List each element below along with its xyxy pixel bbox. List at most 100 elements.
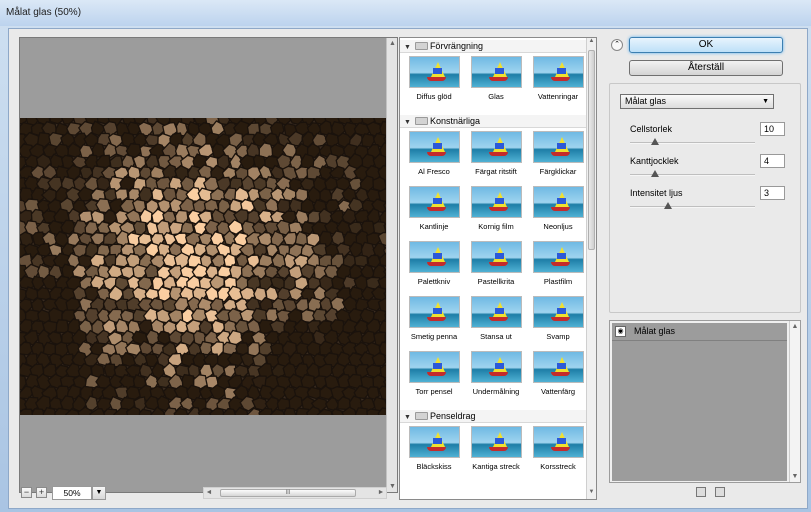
param-slider-track[interactable] bbox=[630, 174, 755, 176]
param-value-field[interactable]: 4 bbox=[760, 154, 785, 168]
chevron-down-icon: ▼ bbox=[762, 98, 769, 105]
thumbnail-image bbox=[470, 426, 522, 458]
thumbnail-label: Al Fresco bbox=[418, 167, 450, 176]
gallery-category-header[interactable]: ▼ Penseldrag bbox=[400, 410, 588, 423]
thumbnail-image bbox=[470, 186, 522, 218]
scroll-up-arrow-icon[interactable]: ▲ bbox=[387, 38, 397, 49]
settings-pane: ⌃ OK Återställ Målat glas ▼ Cellstorlek … bbox=[609, 37, 801, 500]
filter-thumbnail[interactable]: Korsstreck bbox=[530, 426, 586, 471]
preview-horizontal-scrollbar[interactable]: ◄ III ► bbox=[203, 487, 387, 499]
category-label: Konstnärliga bbox=[429, 116, 480, 126]
thumbnail-label: Palettkniv bbox=[417, 277, 451, 286]
filter-thumbnail[interactable]: Bläckskiss bbox=[406, 426, 462, 471]
thumbnail-image bbox=[532, 56, 584, 88]
param-slider-knob[interactable] bbox=[651, 138, 659, 145]
zoom-level-field[interactable]: 50% bbox=[52, 486, 92, 500]
filter-thumbnail[interactable]: Palettkniv bbox=[406, 241, 462, 286]
expand-triangle-icon[interactable]: ▼ bbox=[404, 41, 411, 54]
filter-gallery: ▼ Förvrängning Diffus glöd Glas Vattenringar… bbox=[399, 37, 597, 500]
effect-layer-row[interactable]: ◉ Målat glas bbox=[612, 323, 787, 341]
collapse-gallery-icon[interactable]: ⌃ bbox=[611, 39, 623, 51]
thumbnail-image bbox=[532, 296, 584, 328]
filter-thumbnail[interactable]: Stansa ut bbox=[468, 296, 524, 341]
preview-image bbox=[20, 118, 387, 415]
thumbnail-image bbox=[470, 296, 522, 328]
thumbnail-label: Glas bbox=[488, 92, 504, 101]
filter-thumbnail[interactable]: Glas bbox=[468, 56, 524, 101]
preview-pane[interactable]: ▲ ▼ bbox=[19, 37, 398, 493]
thumbnail-label: Svamp bbox=[546, 332, 570, 341]
filter-thumbnail[interactable]: Al Fresco bbox=[406, 131, 462, 176]
param-label: Intensitet ljus bbox=[630, 188, 683, 198]
title-bar: Målat glas (50%) bbox=[0, 0, 811, 26]
param-slider-track[interactable] bbox=[630, 206, 755, 208]
layers-scroll-up-icon[interactable]: ▲ bbox=[790, 323, 800, 330]
ok-button[interactable]: OK bbox=[629, 37, 783, 53]
preview-vertical-scrollbar[interactable]: ▲ ▼ bbox=[386, 38, 397, 492]
filter-gallery-window: ▲ ▼ − + 50% ▼ ◄ III ► ▼ Förvrängning Diffu… bbox=[8, 28, 808, 509]
thumbnail-label: Smetig penna bbox=[410, 332, 458, 341]
new-effect-layer-icon[interactable] bbox=[696, 487, 706, 497]
gallery-scroll-up-icon[interactable]: ▲ bbox=[587, 38, 596, 48]
filter-thumbnail[interactable]: Diffus glöd bbox=[406, 56, 462, 101]
thumbnail-label: Torr pensel bbox=[415, 387, 453, 396]
thumbnail-label: Korsstreck bbox=[540, 462, 576, 471]
expand-triangle-icon[interactable]: ▼ bbox=[404, 411, 411, 424]
thumbnail-label: Vattenringar bbox=[537, 92, 579, 101]
filter-thumbnail[interactable]: Pastellkrita bbox=[468, 241, 524, 286]
param-slider-track[interactable] bbox=[630, 142, 755, 144]
thumbnail-image bbox=[408, 56, 460, 88]
filter-thumbnail[interactable]: Vattenfärg bbox=[530, 351, 586, 396]
thumbnail-label: Färgat ritstift bbox=[475, 167, 517, 176]
gallery-scroll-thumb[interactable] bbox=[588, 50, 595, 250]
gallery-scroll-down-icon[interactable]: ▼ bbox=[587, 489, 596, 499]
folder-icon bbox=[414, 412, 428, 420]
layers-scroll-down-icon[interactable]: ▼ bbox=[790, 473, 800, 480]
param-slider-knob[interactable] bbox=[651, 170, 659, 177]
filter-thumbnail[interactable]: Kornig film bbox=[468, 186, 524, 231]
param-value-field[interactable]: 10 bbox=[760, 122, 785, 136]
eye-visibility-icon[interactable]: ◉ bbox=[615, 326, 626, 337]
reset-button[interactable]: Återställ bbox=[629, 60, 783, 76]
param-slider-knob[interactable] bbox=[664, 202, 672, 209]
zoom-out-button[interactable]: − bbox=[21, 487, 32, 498]
expand-triangle-icon[interactable]: ▼ bbox=[404, 116, 411, 129]
filter-thumbnail[interactable]: Kantlinje bbox=[406, 186, 462, 231]
filter-select-value: Målat glas bbox=[625, 96, 667, 106]
scroll-left-arrow-icon[interactable]: ◄ bbox=[204, 488, 214, 498]
filter-thumbnail[interactable]: Neonljus bbox=[530, 186, 586, 231]
horizontal-scroll-thumb[interactable]: III bbox=[220, 489, 356, 497]
filter-thumbnail[interactable]: Kantiga streck bbox=[468, 426, 524, 471]
thumbnail-label: Bläckskiss bbox=[416, 462, 452, 471]
filter-thumbnail[interactable]: Vattenringar bbox=[530, 56, 586, 101]
filter-thumbnail[interactable]: Undermålning bbox=[468, 351, 524, 396]
category-label: Förvrängning bbox=[429, 41, 483, 51]
zoom-dropdown-arrow-icon[interactable]: ▼ bbox=[92, 486, 106, 500]
thumbnail-image bbox=[408, 241, 460, 273]
delete-effect-layer-icon[interactable] bbox=[714, 487, 725, 497]
gallery-scrollbar[interactable]: ▲ ▼ bbox=[586, 38, 596, 499]
thumbnail-image bbox=[408, 296, 460, 328]
filter-thumbnail[interactable]: Färgat ritstift bbox=[468, 131, 524, 176]
effect-layers-list bbox=[612, 341, 787, 481]
layers-scrollbar[interactable]: ▲ ▼ bbox=[789, 321, 800, 482]
filter-thumbnail[interactable]: Färgklickar bbox=[530, 131, 586, 176]
thumbnail-image bbox=[408, 426, 460, 458]
gallery-category-header[interactable]: ▼ Förvrängning bbox=[400, 40, 588, 53]
zoom-in-button[interactable]: + bbox=[36, 487, 47, 498]
thumbnail-image bbox=[470, 56, 522, 88]
filter-thumbnail[interactable]: Torr pensel bbox=[406, 351, 462, 396]
scroll-right-arrow-icon[interactable]: ► bbox=[376, 488, 386, 498]
filter-thumbnail[interactable]: Smetig penna bbox=[406, 296, 462, 341]
filter-thumbnail[interactable]: Plastfilm bbox=[530, 241, 586, 286]
gallery-category-header[interactable]: ▼ Konstnärliga bbox=[400, 115, 588, 128]
thumbnail-image bbox=[408, 351, 460, 383]
thumbnail-label: Diffus glöd bbox=[416, 92, 452, 101]
filter-select[interactable]: Målat glas ▼ bbox=[620, 94, 774, 109]
thumbnail-label: Färgklickar bbox=[539, 167, 577, 176]
stained-glass-preview bbox=[20, 118, 387, 415]
filter-options-panel: Målat glas ▼ Cellstorlek 10 Kanttjocklek… bbox=[609, 83, 801, 313]
thumbnail-label: Kantiga streck bbox=[472, 462, 520, 471]
param-value-field[interactable]: 3 bbox=[760, 186, 785, 200]
filter-thumbnail[interactable]: Svamp bbox=[530, 296, 586, 341]
